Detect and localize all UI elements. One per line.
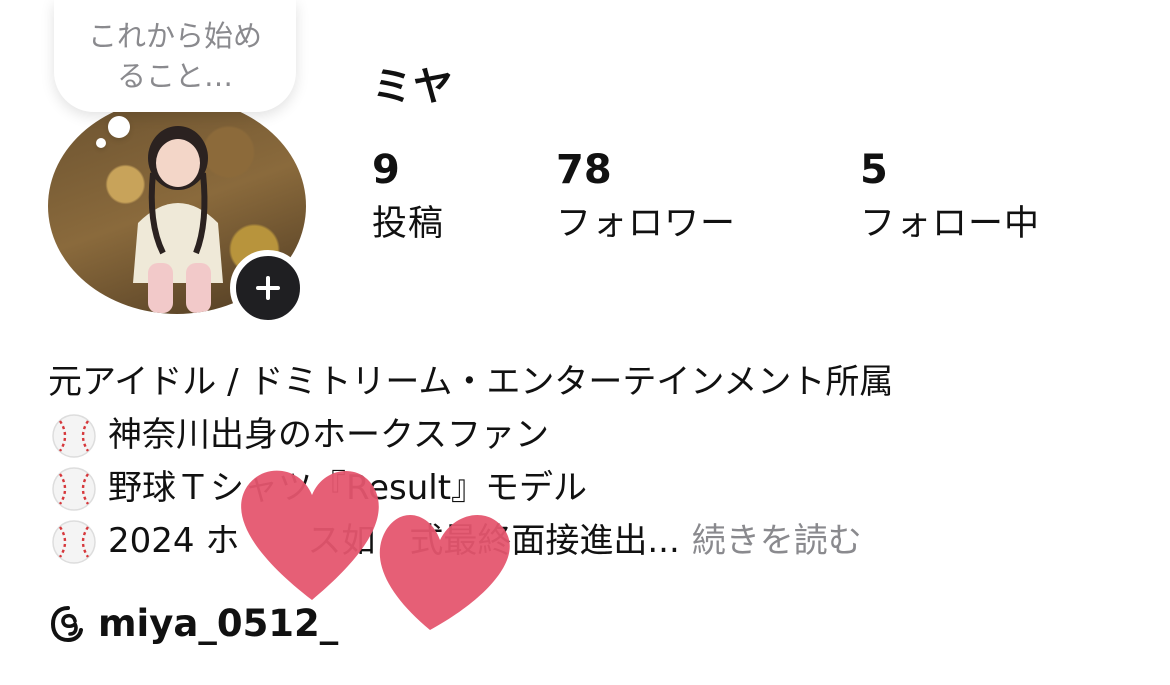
- stat-followers[interactable]: 78 フォロワー: [556, 146, 736, 250]
- stat-followers-count: 78: [556, 147, 612, 193]
- stat-posts[interactable]: 9 投稿: [372, 146, 444, 250]
- bio-line2-text: 神奈川出身のホークスファン: [108, 415, 549, 455]
- stat-following-label: フォロー中: [860, 204, 1041, 244]
- bio-line3-text: 野球Ｔシャツ『Result』モデル: [108, 468, 588, 508]
- bio-line1-text: 元アイドル / ドミトリーム・エンターテインメント所属: [48, 362, 894, 402]
- bio: 元アイドル / ドミトリーム・エンターテインメント所属 神奈川出身のホークスファ…: [48, 356, 893, 568]
- avatar-photo: [133, 126, 223, 313]
- bio-line: 2024 ホ ス如 式最終面接進出... 続きを読む: [48, 515, 893, 568]
- bio-line: 野球Ｔシャツ『Result』モデル: [48, 462, 893, 515]
- note-bubble[interactable]: これから始め ること…: [54, 0, 296, 112]
- avatar-container[interactable]: [48, 98, 306, 326]
- stat-following[interactable]: 5 フォロー中: [860, 146, 1040, 250]
- note-tail-dot: [108, 116, 130, 138]
- profile-name: ミヤ: [372, 64, 454, 110]
- threads-link[interactable]: miya_0512_: [48, 602, 338, 645]
- baseball-icon: [52, 413, 96, 458]
- stat-posts-label: 投稿: [372, 204, 445, 244]
- baseball-icon: [52, 519, 96, 564]
- note-text-line1: これから始め: [87, 19, 262, 53]
- plus-icon: [256, 276, 280, 300]
- threads-handle: miya_0512_: [98, 602, 339, 645]
- bio-line: 元アイドル / ドミトリーム・エンターテインメント所属: [48, 356, 893, 409]
- stat-followers-label: フォロワー: [556, 204, 737, 244]
- bio-line: 神奈川出身のホークスファン: [48, 409, 893, 462]
- baseball-icon: [52, 466, 96, 511]
- stat-posts-count: 9: [372, 147, 400, 193]
- note-tail-dot-small: [96, 138, 106, 148]
- add-story-button[interactable]: [230, 250, 306, 326]
- note-text-line2: ること…: [116, 59, 233, 93]
- threads-icon: [50, 605, 83, 642]
- stat-following-count: 5: [860, 147, 888, 193]
- bio-line4-text: 2024 ホ ス如 式最終面接進出...: [108, 521, 680, 561]
- read-more-link[interactable]: 続きを読む: [692, 515, 862, 568]
